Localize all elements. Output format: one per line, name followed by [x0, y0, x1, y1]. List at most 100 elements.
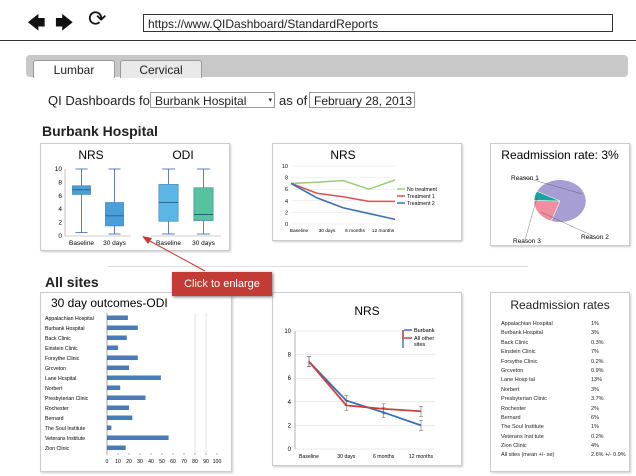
pie-label: Reason 1 — [511, 175, 539, 182]
url-field[interactable]: https://www.QIDashboard/StandardReports — [143, 14, 613, 32]
browser-toolbar: 🡄 🡆 ⟳ https://www.QIDashboard/StandardRe… — [0, 0, 636, 41]
bar-category-label: Burbank Hospital — [45, 326, 85, 332]
bar-category-label: Back Clinic — [45, 336, 71, 342]
legend-label: No treatment — [407, 187, 438, 193]
x-tick-label: 12 months — [409, 454, 434, 460]
x-tick-label: Baseline — [69, 240, 94, 247]
site-name: Rochester — [501, 405, 527, 412]
series-line — [290, 179, 396, 191]
y-tick-label: 10 — [282, 164, 288, 170]
y-tick-label: 4 — [288, 400, 292, 406]
odi-bar-card[interactable]: 30 day outcomes-ODI Appalachian Hospital… — [40, 292, 232, 472]
x-tick-label: 20 — [126, 459, 132, 465]
bar-category-label: Grcveton — [45, 366, 66, 372]
table-row: Lane Hosp tal 13% — [501, 376, 626, 385]
table-row: Appalachian Hospital 1% — [501, 320, 626, 329]
table-row: Einstein Clinic 7% — [501, 348, 626, 357]
table-row: All sites (mean +/- se) 2.6% +/- 0.9% — [501, 451, 626, 460]
table-row: Grcveton 0.9% — [501, 367, 626, 376]
legend-label: All other sites — [414, 336, 434, 348]
readmission-rate: 3.7% — [591, 396, 604, 403]
bar — [107, 385, 121, 390]
filter-prefix-label: QI Dashboards for — [48, 93, 155, 108]
bar-category-label: Einstein Clinic — [45, 346, 78, 352]
y-tick-label: 8 — [58, 179, 62, 186]
readmission-table-card[interactable]: Readmission rates Appalachian Hospital 1%… — [490, 292, 630, 472]
bar-category-label: The Soul Institute — [45, 426, 85, 432]
x-tick-label: 30 — [137, 459, 143, 465]
table-row: Veterans Inst tute 0.2% — [501, 433, 626, 442]
table-row: Norbert 3% — [501, 386, 626, 395]
bar-category-label: Bernard — [45, 416, 64, 422]
readmission-rate: 7% — [591, 349, 599, 356]
y-tick-label: 8 — [285, 176, 288, 182]
bar — [107, 375, 161, 380]
section-divider — [108, 266, 528, 267]
date-field[interactable]: February 28, 2013 — [309, 92, 415, 108]
forward-arrow-icon[interactable]: 🡆 — [55, 14, 74, 32]
chevron-down-icon: ▾ — [268, 97, 272, 104]
x-tick-label: 70 — [181, 459, 187, 465]
table-row: Bernard 6% — [501, 414, 626, 423]
y-tick-label: 10 — [284, 329, 291, 335]
x-tick-label: 10 — [115, 459, 121, 465]
reload-icon[interactable]: ⟳ — [88, 8, 106, 30]
readmission-rate: 3% — [591, 386, 599, 393]
series-line — [308, 361, 422, 413]
click-to-enlarge-tooltip[interactable]: Click to enlarge — [172, 272, 272, 296]
x-tick-label: 30 days — [319, 228, 336, 234]
x-tick-label: 90 — [203, 459, 209, 465]
x-tick-label: 40 — [148, 459, 154, 465]
legend-label: Treatment 2 — [407, 201, 435, 207]
site-name: Presbyterian Clinic — [501, 396, 547, 403]
odi-bar-plot: Appalachian Hospital Burbank Hospital Back… — [45, 313, 221, 465]
site-name: Lane Hosp tal — [501, 377, 535, 384]
box-plots-card[interactable]: NRS ODI 10 8 6 4 2 0 Baseline 30 days Baseline 3… — [40, 143, 230, 251]
bar-category-label: Veterans Institute — [45, 436, 85, 442]
tab-cervical[interactable]: Cervical — [120, 60, 202, 78]
site-name: Appalachian Hospital — [501, 321, 553, 327]
x-tick-label: 0 — [106, 459, 109, 465]
all-sites-nrs-title: NRS — [354, 304, 379, 318]
x-tick-label: 50 — [159, 459, 165, 465]
site-name: Norbert — [501, 386, 520, 393]
pie-label-leader — [524, 196, 538, 241]
odi-bar-svg: 30 day outcomes-ODI Appalachian Hospital… — [45, 296, 221, 465]
readmission-pie-card[interactable]: Readmission rate: 3% Reason 1 Reason 2 Rea… — [490, 143, 630, 246]
all-sites-nrs-card[interactable]: NRS 10 8 6 4 2 0 Baseline 30 days 6 months 12 mon… — [272, 292, 462, 466]
nrs-line-card[interactable]: NRS 10 8 6 4 2 0 Baseline 30 days 6 months 12 mon… — [272, 143, 462, 241]
bar — [107, 315, 128, 320]
hospital-select[interactable]: Burbank Hospital ▾ — [150, 92, 275, 108]
as-of-label: as of — [279, 93, 308, 108]
bar — [107, 345, 118, 350]
y-tick-label: 0 — [58, 233, 62, 240]
nrs-box-title: NRS — [78, 148, 103, 162]
site-name: Zion Clinic — [501, 443, 527, 450]
readmission-rate: 4% — [591, 443, 599, 450]
hospital-section-title: Burbank Hospital — [42, 123, 158, 139]
readmission-rate: 0.2% — [591, 433, 604, 440]
x-tick-label: 30 days — [337, 454, 356, 460]
table-row: Burbank Hospital 3% — [501, 329, 626, 338]
bar-category-label: Forsythe Clinic — [45, 356, 80, 362]
tab-lumbar[interactable]: Lumbar — [33, 60, 115, 78]
y-tick-label: 0 — [285, 222, 288, 228]
readmission-rate: 6% — [591, 414, 599, 421]
table-row: Zion Clinic 4% — [501, 442, 626, 451]
legend-label: Burbank — [414, 328, 435, 334]
y-tick-label: 2 — [288, 423, 292, 429]
readmission-rate: 0.2% — [591, 358, 604, 365]
site-name: Burbank Hospital — [501, 330, 543, 337]
site-name: Forsythe Clinic — [501, 358, 538, 365]
odi-box-title: ODI — [172, 148, 193, 162]
site-name: Veterans Inst tute — [501, 433, 544, 440]
bar — [107, 325, 138, 330]
bar — [107, 395, 146, 400]
bar — [107, 365, 129, 370]
readmission-pie-title: Readmission rate: 3% — [501, 148, 619, 162]
x-tick-label: 6 months — [345, 228, 365, 234]
y-tick-label: 4 — [285, 199, 288, 205]
back-arrow-icon[interactable]: 🡄 — [27, 14, 46, 32]
x-tick-label: 30 days — [192, 240, 216, 247]
y-tick-label: 8 — [288, 353, 292, 359]
